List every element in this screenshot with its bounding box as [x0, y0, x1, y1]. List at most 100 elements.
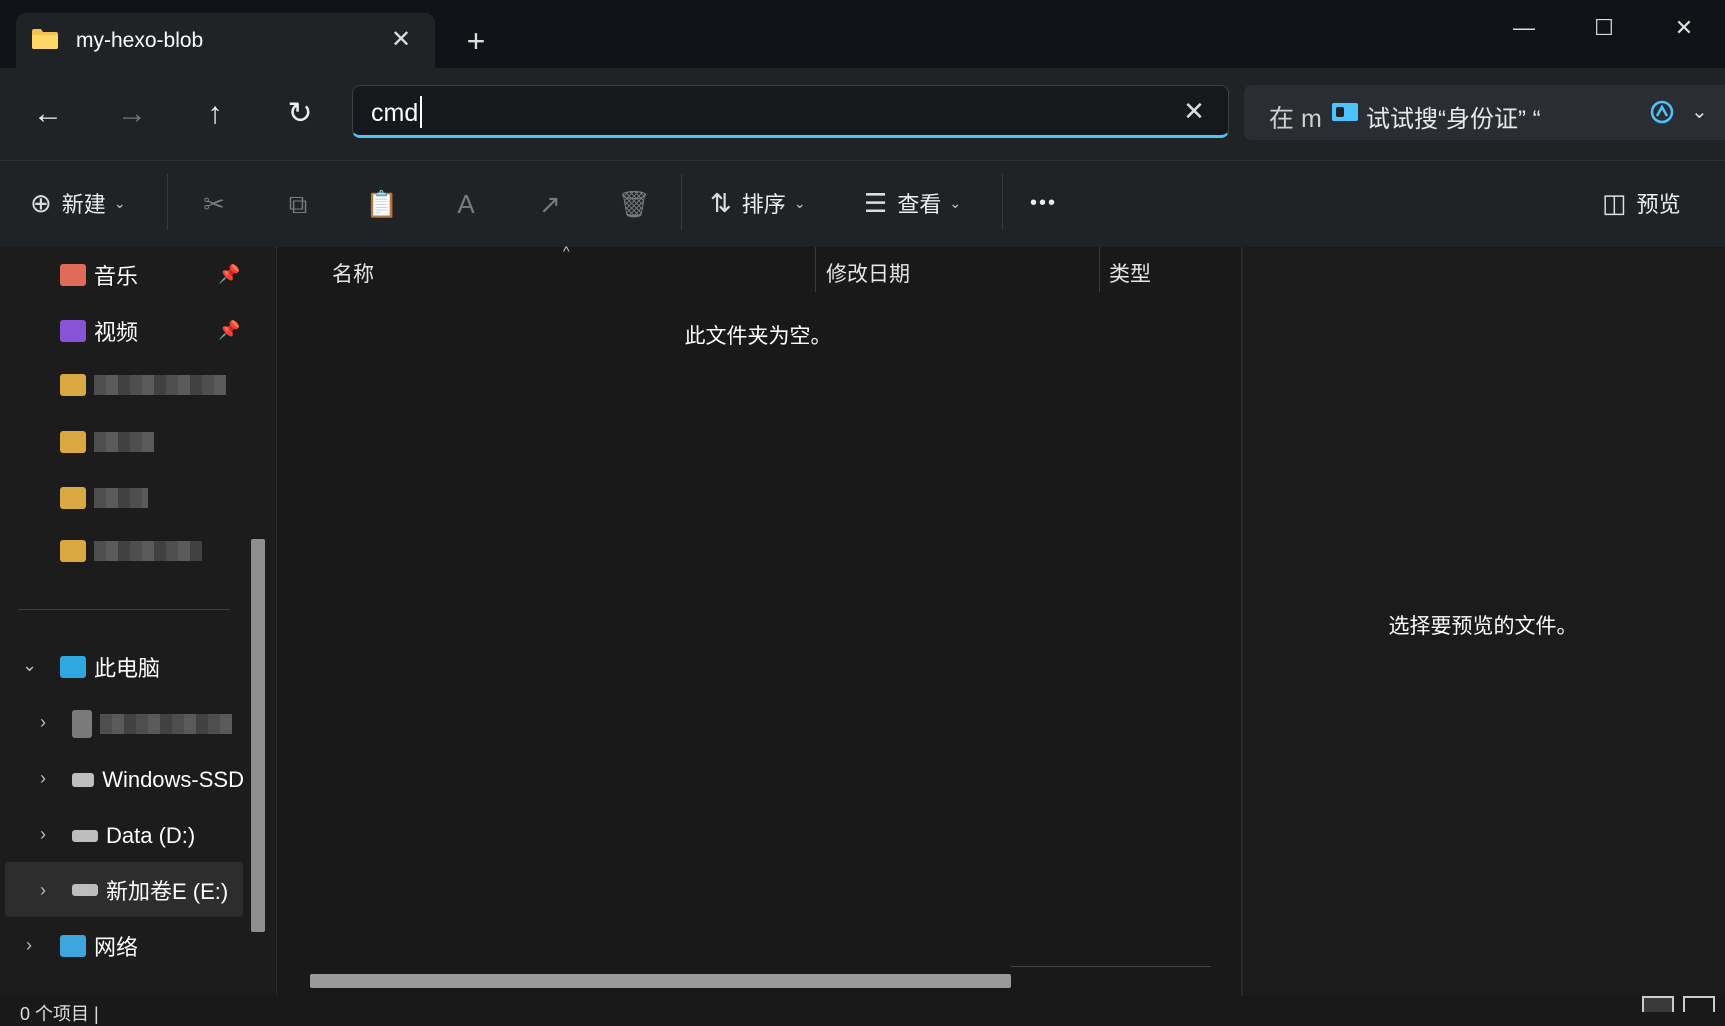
close-button[interactable]: ✕ [1654, 8, 1714, 48]
folder-icon [60, 540, 86, 562]
redacted-label [94, 488, 148, 508]
clear-address-icon[interactable]: ✕ [1177, 94, 1211, 128]
copy-icon[interactable]: ⧉ [276, 182, 320, 226]
computer-icon [60, 656, 86, 678]
search-suggestion[interactable]: 试试搜“身份证” “ [1324, 85, 1599, 140]
redacted-label [94, 375, 226, 395]
command-bar [0, 160, 1725, 248]
sidebar-item-new-volume-e[interactable]: 新加卷E (E:) [72, 866, 228, 914]
drive-icon [72, 884, 98, 896]
toolbar-divider [681, 174, 682, 230]
item-count: 0 个项目 | [20, 1004, 99, 1024]
share-icon[interactable]: ↗ [528, 182, 572, 226]
maximize-button[interactable]: ☐ [1574, 8, 1634, 48]
sidebar-item-label: 新加卷E (E:) [106, 879, 229, 904]
refresh-button[interactable]: ↻ [278, 92, 322, 136]
folder-icon [60, 431, 86, 453]
chevron-down-icon: ⌄ [949, 194, 962, 211]
drive-icon [72, 830, 98, 842]
column-divider[interactable] [1099, 247, 1100, 292]
preview-message: 选择要预览的文件。 [1388, 615, 1578, 638]
sidebar-item-redacted-drive[interactable] [72, 700, 232, 748]
preview-label: 预览 [1636, 192, 1681, 217]
preview-pane-icon: ◫ [1602, 187, 1627, 218]
delete-icon[interactable]: 🗑 [612, 182, 656, 226]
windows-drive-icon [72, 773, 95, 787]
sidebar-item-data-d[interactable]: Data (D:) [72, 812, 195, 860]
cut-icon[interactable]: ✂ [192, 182, 236, 226]
horizontal-scrollbar[interactable] [310, 974, 1011, 988]
sort-button[interactable]: ⇅ 排序 ⌄ [710, 178, 806, 228]
pin-icon[interactable]: 📌 [218, 264, 240, 285]
sidebar-item-redacted[interactable] [60, 418, 154, 466]
up-button[interactable]: ↑ [193, 92, 237, 136]
sidebar-item-label: 此电脑 [94, 656, 161, 681]
new-button[interactable]: ⊕ 新建 ⌄ [30, 178, 126, 228]
chevron-down-icon[interactable]: ⌄ [1691, 99, 1708, 124]
expand-chevron-icon[interactable]: › [40, 824, 46, 845]
tiles-view-button[interactable] [1683, 996, 1715, 1012]
column-divider[interactable] [815, 247, 816, 292]
column-header-type[interactable]: 类型 [1109, 258, 1151, 288]
expand-chevron-icon[interactable]: › [40, 768, 46, 789]
sidebar-item-redacted[interactable] [60, 361, 226, 409]
view-button[interactable]: ☰ 查看 ⌄ [864, 178, 961, 228]
scroll-track [1011, 966, 1211, 967]
forward-button[interactable]: → [110, 92, 154, 136]
chevron-down-icon: ⌄ [793, 194, 806, 211]
address-value: cmd [371, 99, 419, 127]
redacted-label [100, 714, 232, 734]
sidebar-item-this-pc[interactable]: 此电脑 [60, 643, 160, 691]
copilot-icon[interactable] [1649, 99, 1675, 125]
sidebar-scrollbar[interactable] [251, 539, 265, 932]
redacted-label [94, 541, 202, 561]
expand-chevron-icon[interactable]: › [40, 712, 46, 733]
paste-icon[interactable]: 📋 [360, 182, 404, 226]
sidebar-item-music[interactable]: 音乐 [60, 251, 138, 299]
column-header-name[interactable]: 名称 [332, 258, 374, 288]
view-list-icon: ☰ [864, 187, 888, 218]
folder-icon [32, 29, 58, 49]
folder-icon [60, 374, 86, 396]
more-options-button[interactable]: ••• [1030, 178, 1057, 228]
search-prefix: 在 m [1269, 105, 1322, 133]
collapse-chevron-icon[interactable]: ⌄ [22, 655, 37, 676]
column-header-modified[interactable]: 修改日期 [826, 258, 910, 288]
expand-chevron-icon[interactable]: › [26, 935, 32, 956]
sidebar-item-label: Windows-SSD [102, 767, 244, 792]
tab-title: my-hexo-blob [76, 29, 204, 52]
text-caret [420, 96, 422, 128]
sidebar-item-network[interactable]: 网络 [60, 922, 138, 970]
sidebar-item-label: Data (D:) [106, 823, 196, 848]
music-folder-icon [60, 264, 86, 286]
plus-circle-icon: ⊕ [30, 187, 52, 218]
sort-icon: ⇅ [710, 187, 732, 218]
sidebar-item-redacted[interactable] [60, 527, 202, 575]
minimize-button[interactable]: — [1494, 8, 1554, 48]
sort-arrow-icon: ^ [563, 243, 570, 259]
search-box[interactable]: 在 m 试试搜“身份证” “ ⌄ [1244, 85, 1725, 140]
rename-icon[interactable]: A [444, 182, 488, 226]
toolbar-divider [1002, 174, 1003, 230]
sidebar-item-windows-ssd[interactable]: Windows-SSD [72, 756, 244, 804]
sidebar-item-label: 网络 [94, 935, 139, 960]
sort-label: 排序 [741, 192, 786, 217]
tab-close-icon[interactable]: ✕ [386, 25, 416, 55]
search-hint: 试试搜“身份证” “ [1366, 106, 1541, 133]
expand-chevron-icon[interactable]: › [40, 880, 46, 901]
sidebar-divider [18, 609, 230, 610]
toolbar-divider [167, 174, 168, 230]
view-label: 查看 [897, 192, 942, 217]
folder-icon [60, 487, 86, 509]
tab-my-hexo-blob[interactable]: my-hexo-blob ✕ [16, 13, 435, 68]
address-input[interactable]: cmd ✕ [352, 85, 1229, 138]
new-label: 新建 [61, 192, 106, 217]
back-button[interactable]: ← [26, 92, 70, 136]
sidebar-item-redacted[interactable] [60, 474, 148, 522]
status-bar: 0 个项目 | [0, 996, 1725, 1024]
new-tab-button[interactable]: + [458, 24, 494, 60]
redacted-label [94, 432, 154, 452]
details-view-button[interactable] [1642, 996, 1674, 1012]
preview-button[interactable]: ◫ 预览 [1602, 178, 1681, 228]
drive-icon [72, 710, 92, 738]
